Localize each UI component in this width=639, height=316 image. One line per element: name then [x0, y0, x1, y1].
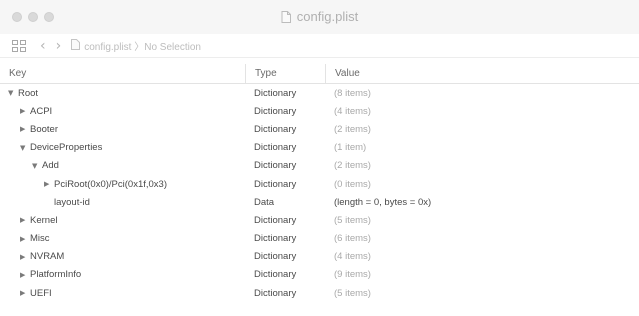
- key-cell: ▶ Kernel: [0, 215, 245, 226]
- key-cell: ▶ PlatformInfo: [0, 269, 245, 280]
- type-cell[interactable]: Dictionary: [245, 179, 325, 190]
- key-cell: ▶ NVRAM: [0, 251, 245, 262]
- table-row[interactable]: ▼ DeviceProperties Dictionary (1 item): [0, 139, 639, 157]
- disclosure-collapsed-icon[interactable]: ▶: [20, 289, 30, 297]
- value-cell[interactable]: (length = 0, bytes = 0x): [325, 197, 639, 208]
- window-title: config.plist: [0, 9, 639, 26]
- table-row[interactable]: ▶ PciRoot(0x0)/Pci(0x1f,0x3) Dictionary (0 …: [0, 175, 639, 193]
- key-label: Misc: [30, 233, 50, 245]
- key-cell: ▶ Booter: [0, 124, 245, 135]
- value-cell[interactable]: (8 items): [325, 88, 639, 99]
- key-cell: ▼ DeviceProperties: [0, 142, 245, 153]
- table-row[interactable]: ▶ PlatformInfo Dictionary (9 items): [0, 266, 639, 284]
- key-label: NVRAM: [30, 251, 65, 263]
- plist-editor-window: config.plist ‹ › config.plist 〉No Select…: [0, 0, 639, 316]
- value-cell[interactable]: (9 items): [325, 269, 639, 280]
- table-row[interactable]: ▶ Booter Dictionary (2 items): [0, 120, 639, 138]
- type-cell[interactable]: Dictionary: [245, 160, 325, 171]
- disclosure-collapsed-icon[interactable]: ▶: [20, 125, 30, 133]
- breadcrumb[interactable]: config.plist 〉No Selection: [84, 38, 201, 53]
- disclosure-collapsed-icon[interactable]: ▶: [20, 271, 30, 279]
- table-row[interactable]: ▶ ACPI Dictionary (4 items): [0, 102, 639, 120]
- type-cell[interactable]: Dictionary: [245, 251, 325, 262]
- title-bar: config.plist: [0, 0, 639, 34]
- key-label: Root: [18, 87, 39, 99]
- key-label: Add: [42, 160, 59, 172]
- key-cell: ▼ Root: [0, 88, 245, 99]
- key-cell: ▶ UEFI: [0, 288, 245, 299]
- column-header-value[interactable]: Value: [325, 63, 639, 84]
- file-icon: [71, 37, 81, 55]
- disclosure-expanded-icon[interactable]: ▼: [20, 144, 30, 152]
- key-cell: ▶ Misc: [0, 233, 245, 244]
- column-header-type[interactable]: Type: [245, 63, 325, 84]
- related-items-grid-icon[interactable]: [12, 39, 26, 52]
- type-cell[interactable]: Dictionary: [245, 215, 325, 226]
- key-cell: layout-id: [0, 197, 245, 208]
- value-cell[interactable]: (4 items): [325, 251, 639, 262]
- table-row[interactable]: ▶ NVRAM Dictionary (4 items): [0, 248, 639, 266]
- disclosure-collapsed-icon[interactable]: ▶: [20, 235, 30, 243]
- value-cell[interactable]: (5 items): [325, 288, 639, 299]
- value-cell[interactable]: (2 items): [325, 160, 639, 171]
- key-label: ACPI: [30, 105, 53, 117]
- table-row[interactable]: ▶ UEFI Dictionary (5 items): [0, 284, 639, 302]
- type-cell[interactable]: Dictionary: [245, 288, 325, 299]
- value-cell[interactable]: (6 items): [325, 233, 639, 244]
- key-label: DeviceProperties: [30, 142, 103, 154]
- key-cell: ▶ ACPI: [0, 106, 245, 117]
- key-label: PlatformInfo: [30, 269, 82, 281]
- disclosure-collapsed-icon[interactable]: ▶: [44, 180, 54, 188]
- type-cell[interactable]: Dictionary: [245, 233, 325, 244]
- type-cell[interactable]: Dictionary: [245, 88, 325, 99]
- window-title-text: config.plist: [296, 9, 359, 24]
- type-cell[interactable]: Data: [245, 197, 325, 208]
- back-arrow-icon[interactable]: ‹: [40, 38, 46, 54]
- jump-bar: ‹ › config.plist 〉No Selection: [0, 34, 639, 58]
- type-cell[interactable]: Dictionary: [245, 124, 325, 135]
- value-cell[interactable]: (5 items): [325, 215, 639, 226]
- value-cell[interactable]: (2 items): [325, 124, 639, 135]
- column-header-row: Key Type Value: [0, 63, 639, 84]
- key-label: UEFI: [30, 287, 52, 299]
- table-row[interactable]: ▼ Root Dictionary (8 items): [0, 84, 639, 102]
- value-cell[interactable]: (4 items): [325, 106, 639, 117]
- table-row[interactable]: ▶ Kernel Dictionary (5 items): [0, 211, 639, 229]
- value-cell[interactable]: (1 item): [325, 142, 639, 153]
- type-cell[interactable]: Dictionary: [245, 106, 325, 117]
- disclosure-collapsed-icon[interactable]: ▶: [20, 107, 30, 115]
- key-label: layout-id: [54, 196, 90, 208]
- disclosure-collapsed-icon[interactable]: ▶: [20, 216, 30, 224]
- table-row[interactable]: layout-id Data (length = 0, bytes = 0x): [0, 193, 639, 211]
- key-cell: ▶ PciRoot(0x0)/Pci(0x1f,0x3): [0, 179, 245, 190]
- key-cell: ▼ Add: [0, 160, 245, 171]
- key-label: Kernel: [30, 214, 58, 226]
- type-cell[interactable]: Dictionary: [245, 269, 325, 280]
- document-icon: [281, 11, 291, 26]
- disclosure-collapsed-icon[interactable]: ▶: [20, 253, 30, 261]
- key-label: PciRoot(0x0)/Pci(0x1f,0x3): [54, 178, 167, 190]
- key-label: Booter: [30, 123, 58, 135]
- table-row[interactable]: ▶ Misc Dictionary (6 items): [0, 230, 639, 248]
- plist-outline: ▼ Root Dictionary (8 items) ▶ ACPI Dictionary(…: [0, 84, 639, 302]
- column-header-key[interactable]: Key: [0, 64, 245, 84]
- table-row[interactable]: ▼ Add Dictionary (2 items): [0, 157, 639, 175]
- forward-arrow-icon[interactable]: ›: [56, 38, 62, 54]
- type-cell[interactable]: Dictionary: [245, 142, 325, 153]
- value-cell[interactable]: (0 items): [325, 179, 639, 190]
- disclosure-expanded-icon[interactable]: ▼: [32, 162, 42, 170]
- disclosure-expanded-icon[interactable]: ▼: [8, 89, 18, 97]
